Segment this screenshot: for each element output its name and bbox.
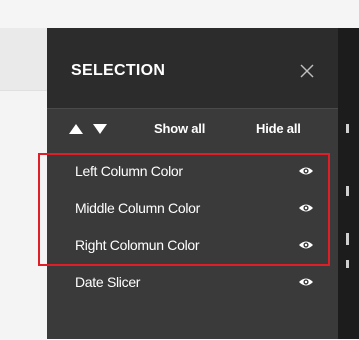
list-item-label: Date Slicer	[75, 274, 141, 290]
panel-edge-mark	[346, 124, 349, 133]
pane-header: SELECTION	[47, 28, 338, 109]
triangle-down-icon[interactable]	[91, 122, 109, 136]
canvas-area	[0, 28, 47, 340]
list-item-date-slicer[interactable]: Date Slicer	[47, 264, 338, 301]
selection-pane: SELECTION Show all Hide all Left Column …	[47, 28, 338, 339]
list-item-middle-column-color[interactable]: Middle Column Color	[47, 190, 338, 227]
list-item-right-colomun-color[interactable]: Right Colomun Color	[47, 227, 338, 264]
triangle-up-icon[interactable]	[67, 122, 85, 136]
list-item-label: Right Colomun Color	[75, 237, 200, 253]
pane-title: SELECTION	[71, 62, 166, 79]
right-panel-edge	[338, 28, 359, 339]
list-item-label: Left Column Color	[75, 163, 183, 179]
panel-edge-mark	[346, 260, 349, 268]
canvas-panel	[0, 90, 47, 340]
hide-all-button[interactable]: Hide all	[256, 121, 301, 136]
list-item-left-column-color[interactable]: Left Column Color	[47, 153, 338, 190]
eye-icon[interactable]	[298, 165, 314, 177]
show-all-button[interactable]: Show all	[154, 121, 205, 136]
pane-toolbar: Show all Hide all	[47, 109, 338, 149]
eye-icon[interactable]	[298, 239, 314, 251]
selection-list: Left Column Color Middle Column Color Ri…	[47, 153, 338, 301]
panel-edge-mark	[346, 186, 349, 196]
eye-icon[interactable]	[298, 276, 314, 288]
list-item-label: Middle Column Color	[75, 200, 201, 216]
top-bar	[0, 0, 359, 29]
close-icon[interactable]	[292, 56, 322, 86]
eye-icon[interactable]	[298, 202, 314, 214]
panel-edge-mark	[346, 233, 349, 245]
